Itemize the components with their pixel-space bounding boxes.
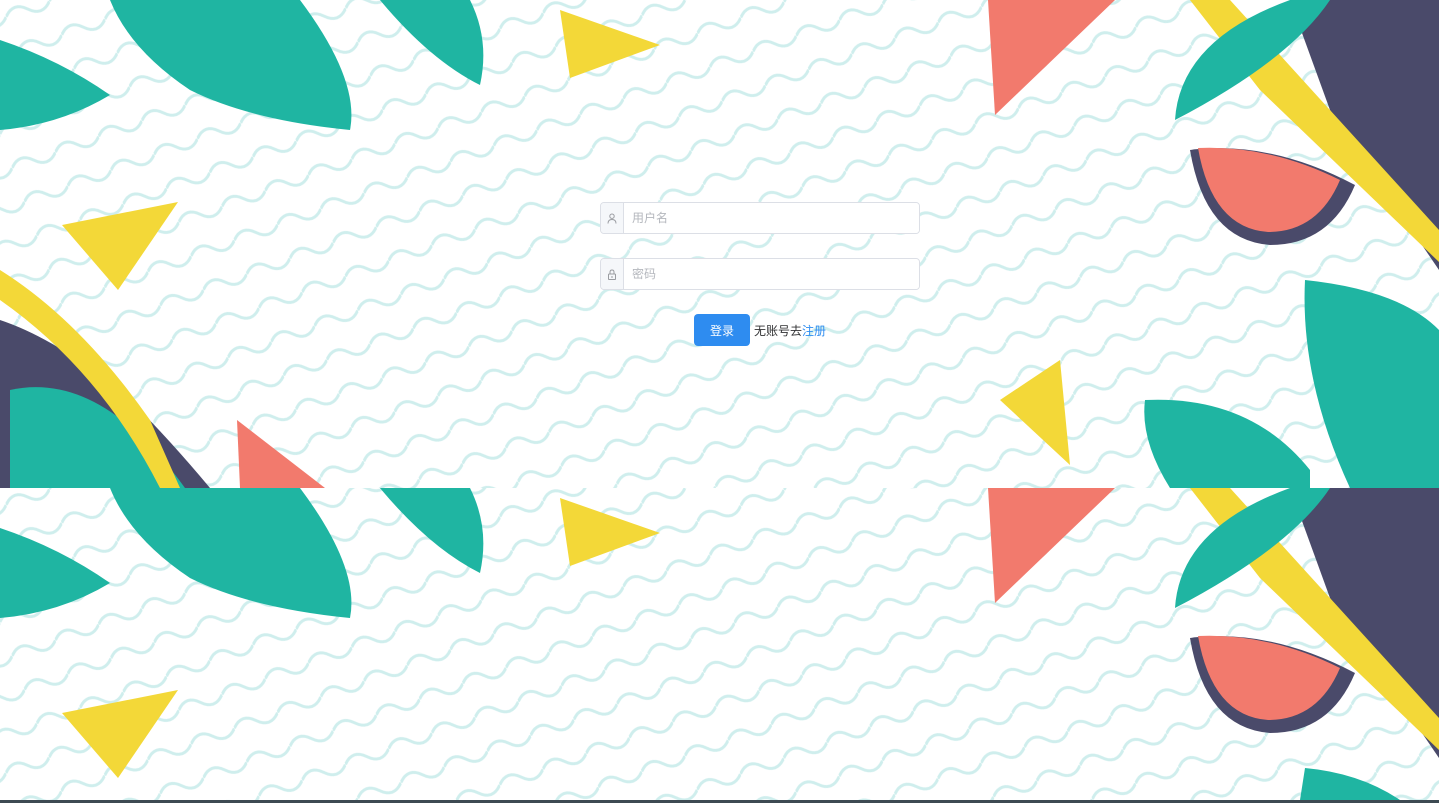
password-input-group	[600, 258, 920, 290]
no-account-text: 无账号去	[753, 323, 802, 338]
password-input[interactable]	[624, 259, 919, 289]
background-pattern-bottom	[0, 488, 1439, 800]
login-button[interactable]: 登录	[693, 314, 750, 346]
login-form: 登录 无账号去注册	[600, 202, 920, 346]
user-icon	[601, 203, 624, 233]
login-page: 登录 无账号去注册	[0, 0, 1439, 803]
username-input[interactable]	[624, 203, 919, 233]
register-prompt: 无账号去注册	[754, 322, 826, 339]
lock-icon	[601, 259, 624, 289]
register-link[interactable]: 注册	[802, 324, 826, 338]
username-input-group	[600, 202, 920, 234]
login-actions: 登录 无账号去注册	[600, 314, 920, 346]
